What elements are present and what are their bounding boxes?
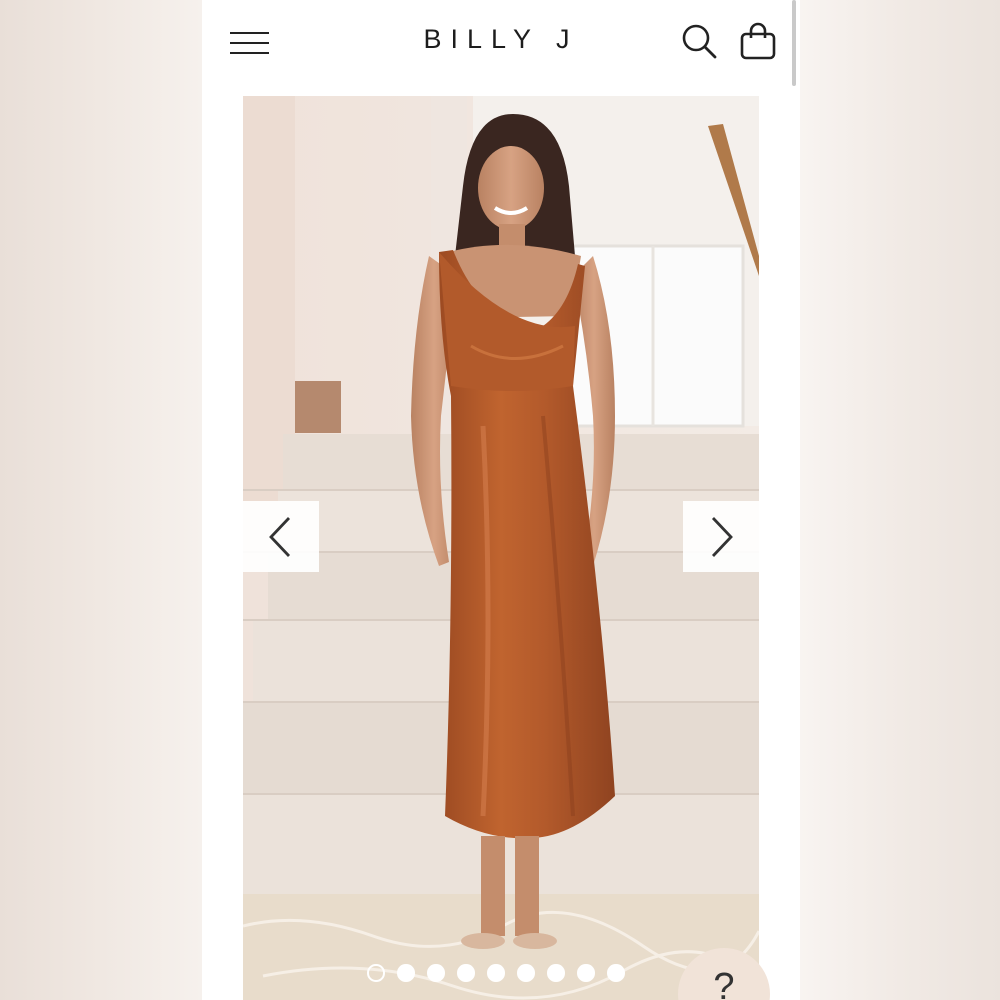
carousel-dot-4[interactable] <box>457 964 475 982</box>
previous-image-button[interactable] <box>243 501 319 572</box>
search-button[interactable] <box>680 22 720 62</box>
shopping-bag-icon <box>740 22 776 60</box>
carousel-dot-9[interactable] <box>607 964 625 982</box>
menu-button[interactable] <box>230 30 270 58</box>
chevron-left-icon <box>269 516 291 557</box>
carousel-dot-8[interactable] <box>577 964 595 982</box>
carousel-dot-5[interactable] <box>487 964 505 982</box>
backdrop-right <box>800 0 1000 1000</box>
mobile-page: BILLY J ? <box>202 0 800 1000</box>
search-icon <box>682 24 717 59</box>
hamburger-line <box>230 42 269 44</box>
hamburger-menu-icon <box>230 32 269 34</box>
carousel-dot-2[interactable] <box>397 964 415 982</box>
carousel-dot-6[interactable] <box>517 964 535 982</box>
brand-logo[interactable]: BILLY J <box>401 24 601 55</box>
site-header: BILLY J <box>202 0 800 86</box>
hamburger-line <box>230 52 269 54</box>
carousel-dot-1[interactable] <box>367 964 385 982</box>
next-image-button[interactable] <box>683 501 759 572</box>
product-photo <box>243 96 759 1000</box>
carousel-pagination <box>367 964 625 982</box>
cart-button[interactable] <box>738 22 778 62</box>
product-image-carousel[interactable] <box>243 96 759 1000</box>
chevron-right-icon <box>711 516 733 557</box>
backdrop-left <box>0 0 202 1000</box>
carousel-dot-3[interactable] <box>427 964 445 982</box>
carousel-dot-7[interactable] <box>547 964 565 982</box>
